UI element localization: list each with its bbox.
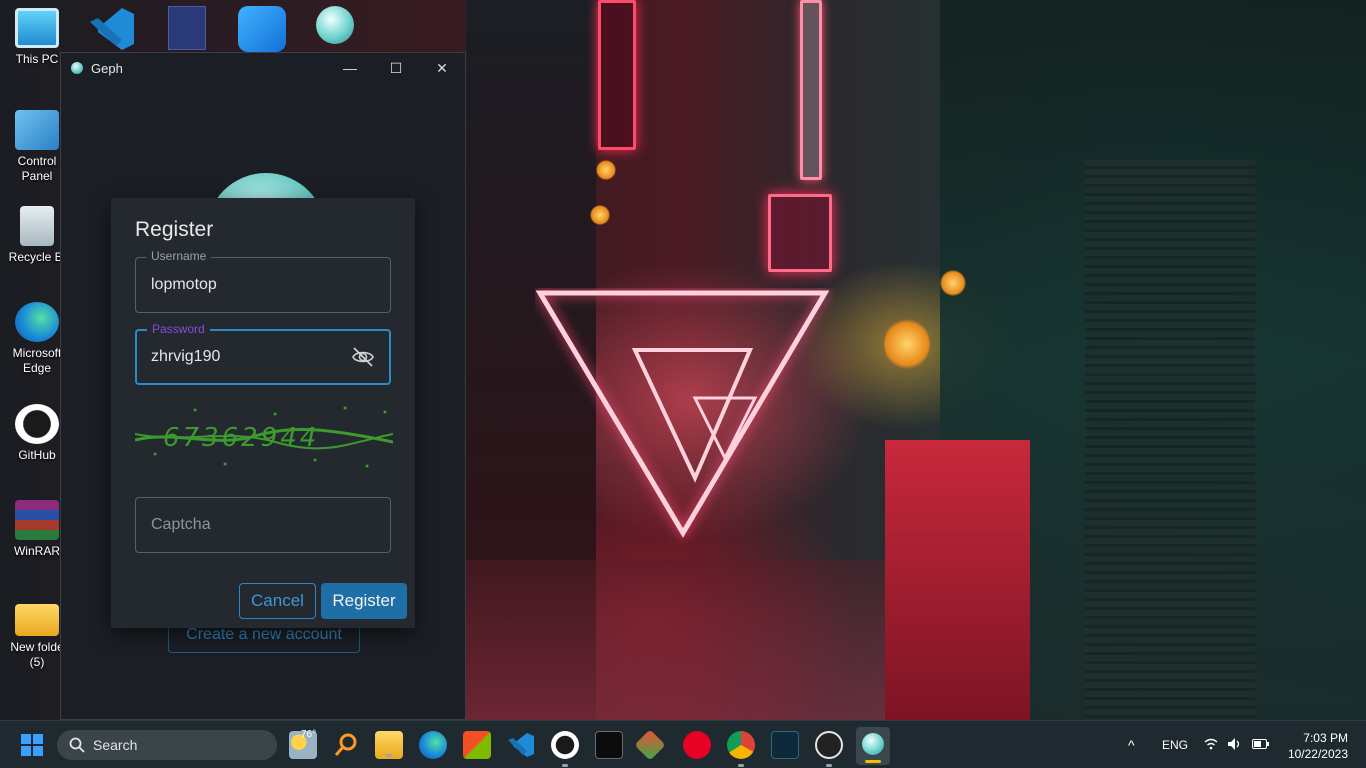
- geph-taskbar-button[interactable]: [856, 727, 890, 765]
- desktop-icon-vscode[interactable]: [88, 6, 136, 55]
- register-dialog: Register Username lopmotop Password zhrv…: [111, 198, 415, 628]
- wallpaper-lantern: [590, 205, 610, 225]
- captcha-field[interactable]: Captcha: [135, 497, 391, 553]
- control-panel-icon: [15, 110, 59, 150]
- wallpaper-lantern: [596, 160, 616, 180]
- search-app-icon[interactable]: [333, 731, 361, 759]
- desktop-icon-label: Microsoft Edge: [12, 346, 62, 375]
- password-label: Password: [147, 322, 210, 336]
- tray-overflow-button[interactable]: ^: [1128, 721, 1135, 768]
- file-explorer-icon[interactable]: [375, 731, 403, 759]
- taskbar-clock[interactable]: 7:03 PM 10/22/2023: [1288, 730, 1348, 762]
- wallpaper-neon-triangle: [535, 290, 830, 538]
- geph-icon: [316, 6, 354, 44]
- chrome-icon[interactable]: [727, 731, 755, 767]
- chevron-up-icon: ^: [1128, 737, 1135, 753]
- taskbar: Search 76° ^ ENG 7:03 PM 10/22/2023: [0, 720, 1366, 768]
- geph-icon: [71, 62, 83, 74]
- media-player-icon[interactable]: [815, 731, 843, 767]
- password-value: zhrvig190: [151, 348, 221, 365]
- search-icon: [69, 737, 85, 753]
- desktop-icon-geph[interactable]: [316, 6, 356, 44]
- cancel-button[interactable]: Cancel: [239, 583, 316, 619]
- taskbar-search[interactable]: Search: [57, 730, 277, 760]
- recycle-bin-icon: [20, 206, 54, 246]
- weather-temp: 76°: [301, 729, 317, 740]
- vscode-icon: [90, 8, 134, 50]
- language-label: ENG: [1162, 738, 1189, 752]
- streaming-app-icon[interactable]: [771, 731, 799, 759]
- pinterest-icon[interactable]: [683, 731, 711, 759]
- close-button[interactable]: ✕: [419, 53, 465, 83]
- terminal-icon[interactable]: [595, 731, 623, 759]
- captcha-image: 67362944: [135, 406, 393, 468]
- maximize-icon: ☐: [389, 59, 403, 76]
- password-field[interactable]: Password zhrvig190: [135, 322, 391, 385]
- volume-icon[interactable]: [1227, 737, 1243, 751]
- vscode-icon[interactable]: [507, 731, 535, 759]
- wifi-icon[interactable]: [1204, 738, 1218, 750]
- wallpaper-neon-sign: [768, 194, 832, 272]
- edge-icon: [15, 302, 59, 342]
- wallpaper-red-booth: [885, 440, 1030, 720]
- wallpaper-neon-sign: [800, 0, 822, 180]
- search-placeholder: Search: [93, 737, 138, 753]
- store-icon[interactable]: [463, 731, 491, 759]
- wallpaper-lantern: [884, 318, 930, 370]
- clock-date: 10/22/2023: [1287, 747, 1348, 761]
- close-icon: ✕: [436, 59, 448, 76]
- wallpaper-street: [466, 560, 946, 720]
- shareit-icon: [238, 6, 286, 52]
- eye-off-icon[interactable]: [351, 345, 375, 369]
- desktop-icon-calculator-app[interactable]: [168, 6, 208, 50]
- wallpaper-neon-sign: [598, 0, 636, 150]
- wallpaper-lantern: [940, 270, 966, 296]
- battery-icon[interactable]: [1252, 739, 1270, 749]
- window-title: Geph: [91, 60, 123, 76]
- username-label: Username: [146, 249, 212, 263]
- github-icon: [15, 404, 59, 444]
- geph-icon: [862, 733, 884, 755]
- this-pc-icon: [15, 8, 59, 48]
- maximize-button[interactable]: ☐: [373, 53, 419, 83]
- clock-time: 7:03 PM: [1303, 731, 1348, 745]
- desktop-icon-label: Control Panel: [17, 154, 57, 183]
- username-value: lopmotop: [151, 276, 217, 293]
- calculator-app-icon: [168, 6, 206, 50]
- git-icon[interactable]: [634, 729, 666, 761]
- captcha-placeholder: Captcha: [151, 516, 211, 533]
- winrar-icon: [15, 500, 59, 540]
- folder-icon: [15, 604, 59, 636]
- edge-icon[interactable]: [419, 731, 447, 759]
- language-indicator[interactable]: ENG: [1162, 721, 1188, 768]
- github-desktop-icon[interactable]: [551, 731, 579, 767]
- window-titlebar[interactable]: Geph — ☐ ✕: [61, 53, 465, 83]
- username-field[interactable]: Username lopmotop: [135, 249, 391, 313]
- minimize-icon: —: [343, 60, 357, 76]
- minimize-button[interactable]: —: [327, 53, 373, 83]
- dialog-title: Register: [135, 218, 214, 241]
- captcha-text: 67362944: [163, 423, 319, 453]
- start-icon[interactable]: [21, 734, 43, 756]
- register-button[interactable]: Register: [321, 583, 407, 619]
- desktop-icon-shareit[interactable]: [238, 6, 286, 52]
- desktop-icon-label: New folde (5): [10, 640, 64, 669]
- wallpaper-shutter: [1085, 160, 1255, 720]
